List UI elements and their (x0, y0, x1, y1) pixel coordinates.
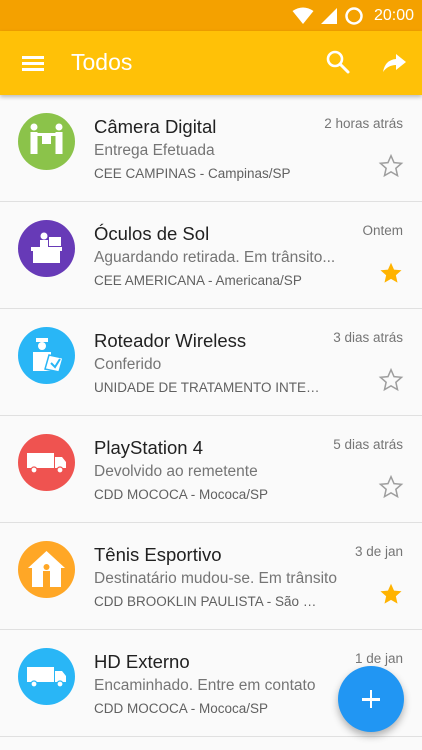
star-outline-icon[interactable] (378, 367, 404, 393)
item-status: Conferido (94, 356, 162, 373)
item-status: Destinatário mudou-se. Em trânsito (94, 570, 337, 587)
list-item[interactable]: Câmera Digital Entrega Efetuada CEE CAMP… (0, 95, 422, 202)
item-location: CEE AMERICANA - Americana/SP (94, 273, 302, 288)
item-name: HD Externo (94, 651, 190, 672)
delivery-handover-icon (18, 113, 75, 170)
item-name: Óculos de Sol (94, 223, 210, 244)
truck-icon (18, 648, 75, 705)
item-location: CDD MOCOCA - Mococa/SP (94, 487, 269, 502)
clock: 20:00 (373, 6, 414, 24)
item-time: 2 horas atrás (324, 116, 403, 131)
post-office-counter-icon (18, 220, 75, 277)
item-time: 3 dias atrás (333, 330, 403, 345)
status-bar: 20:00 (0, 0, 422, 31)
item-status: Aguardando retirada. Em trânsito... (94, 249, 336, 266)
star-outline-icon[interactable] (378, 474, 404, 500)
item-location: CEE CAMPINAS - Campinas/SP (94, 166, 291, 181)
package-list: Câmera Digital Entrega Efetuada CEE CAMP… (0, 95, 422, 750)
item-status: Encaminhado. Entre em contato (94, 677, 316, 694)
search-icon[interactable] (324, 48, 352, 76)
item-name: PlayStation 4 (94, 437, 204, 458)
list-item[interactable]: Tênis Esportivo Destinatário mudou-se. E… (0, 523, 422, 630)
item-time: 5 dias atrás (333, 437, 403, 452)
list-item[interactable]: Óculos de Sol Aguardando retirada. Em tr… (0, 202, 422, 309)
item-time: Ontem (362, 223, 403, 238)
item-status: Devolvido ao remetente (94, 463, 258, 480)
wifi-icon (292, 7, 314, 24)
app-bar: Todos (0, 31, 422, 95)
list-item[interactable]: PlayStation 4 Devolvido ao remetente CDD… (0, 416, 422, 523)
item-location: CDD BROOKLIN PAULISTA - São Paulo/SP (94, 594, 324, 609)
page-title: Todos (71, 49, 133, 75)
item-status: Entrega Efetuada (94, 142, 215, 159)
star-filled-icon[interactable] (378, 260, 404, 286)
house-icon (18, 541, 75, 598)
share-icon[interactable] (380, 48, 408, 76)
item-location: UNIDADE DE TRATAMENTO INTERNACIONAL (94, 380, 324, 395)
sync-icon (345, 6, 363, 25)
menu-icon[interactable] (20, 52, 46, 74)
star-filled-icon[interactable] (378, 581, 404, 607)
list-item[interactable]: Roteador Wireless Conferido UNIDADE DE T… (0, 309, 422, 416)
truck-icon (18, 434, 75, 491)
add-package-button[interactable] (338, 666, 404, 732)
item-name: Câmera Digital (94, 116, 217, 137)
item-time: 1 de jan (354, 651, 403, 666)
item-time: 3 de jan (354, 544, 403, 559)
item-location: CDD MOCOCA - Mococa/SP (94, 701, 269, 716)
signal-icon (320, 7, 337, 24)
item-name: Roteador Wireless (94, 330, 247, 351)
status-icons: 20:00 (292, 4, 414, 27)
plus-icon (338, 666, 404, 732)
star-outline-icon[interactable] (378, 153, 404, 179)
item-name: Tênis Esportivo (94, 544, 222, 565)
inspector-icon (18, 327, 75, 384)
